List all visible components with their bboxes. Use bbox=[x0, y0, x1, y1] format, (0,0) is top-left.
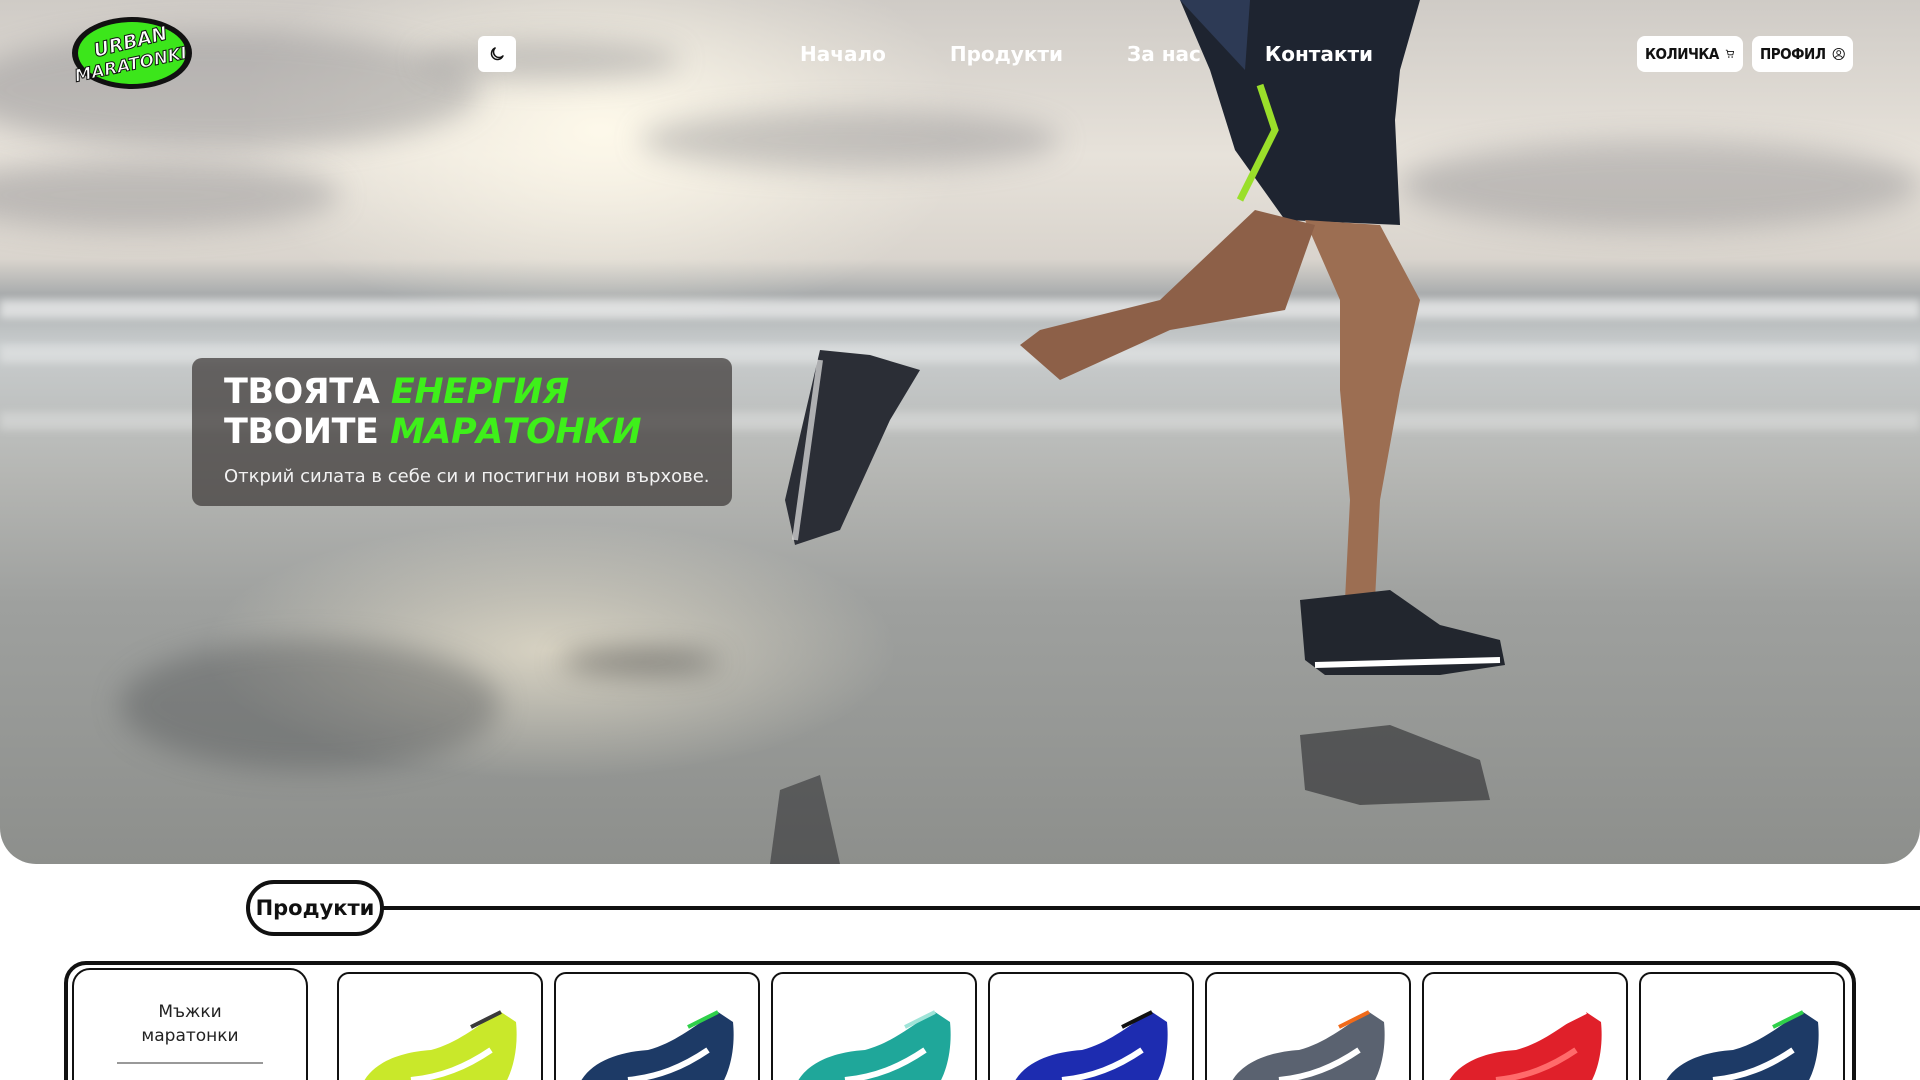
sneaker-image bbox=[581, 1010, 734, 1080]
hero-line1-white: ТВОЯТА bbox=[224, 372, 380, 412]
runner-image bbox=[770, 0, 1505, 864]
user-icon bbox=[1832, 47, 1845, 61]
sneaker-image bbox=[1666, 1010, 1819, 1080]
product-card-4[interactable] bbox=[988, 972, 1194, 1080]
nav-about[interactable]: За нас bbox=[1127, 42, 1201, 66]
section-divider bbox=[380, 906, 1920, 910]
category-menu: Мъжки маратонки bbox=[72, 968, 308, 1080]
cart-icon bbox=[1725, 49, 1734, 58]
theme-toggle-button[interactable] bbox=[478, 36, 516, 72]
sneaker-image bbox=[1015, 1010, 1168, 1080]
hero-line2-accent: МАРАТОНКИ bbox=[390, 412, 642, 452]
product-card-3[interactable] bbox=[771, 972, 977, 1080]
brand-logo[interactable]: URBAN MARATONKI bbox=[70, 14, 194, 92]
category-mens-sneakers[interactable]: Мъжки маратонки bbox=[120, 1000, 260, 1048]
product-card-5[interactable] bbox=[1205, 972, 1411, 1080]
product-card-2[interactable] bbox=[554, 972, 760, 1080]
cloud bbox=[420, 40, 680, 80]
nav-products[interactable]: Продукти bbox=[950, 42, 1063, 66]
product-card-1[interactable] bbox=[337, 972, 543, 1080]
hero-headline-line1: ТВОЯТА ЕНЕРГИЯ bbox=[224, 372, 700, 412]
products-title-text: Продукти bbox=[255, 896, 375, 920]
sand-shadow bbox=[560, 650, 720, 674]
category-divider bbox=[117, 1062, 263, 1064]
products-section-title: Продукти bbox=[246, 880, 384, 936]
moon-icon bbox=[490, 47, 504, 61]
hero-card: ТВОЯТА ЕНЕРГИЯ ТВОИТЕ МАРАТОНКИ Открий с… bbox=[192, 358, 732, 506]
sand-shadow bbox=[120, 640, 500, 770]
main-nav: Начало Продукти За нас Контакти bbox=[800, 42, 1373, 66]
profile-button[interactable]: ПРОФИЛ bbox=[1752, 36, 1853, 72]
product-card-7[interactable] bbox=[1639, 972, 1845, 1080]
nav-contacts[interactable]: Контакти bbox=[1265, 42, 1373, 66]
hero-headline-line2: ТВОИТЕ МАРАТОНКИ bbox=[224, 412, 700, 452]
sneaker-image bbox=[1449, 1010, 1602, 1080]
product-card-6[interactable] bbox=[1422, 972, 1628, 1080]
cart-label: КОЛИЧКА bbox=[1645, 45, 1719, 63]
nav-home[interactable]: Начало bbox=[800, 42, 886, 66]
hero-line1-accent: ЕНЕРГИЯ bbox=[390, 372, 569, 412]
sneaker-image bbox=[364, 1010, 517, 1080]
sneaker-image bbox=[1232, 1010, 1385, 1080]
hero-subtitle: Открий силата в себе си и постигни нови … bbox=[224, 466, 710, 487]
cart-button[interactable]: КОЛИЧКА bbox=[1637, 36, 1743, 72]
profile-label: ПРОФИЛ bbox=[1760, 45, 1826, 63]
sneaker-image bbox=[798, 1010, 951, 1080]
hero-line2-white: ТВОИТЕ bbox=[224, 412, 379, 452]
